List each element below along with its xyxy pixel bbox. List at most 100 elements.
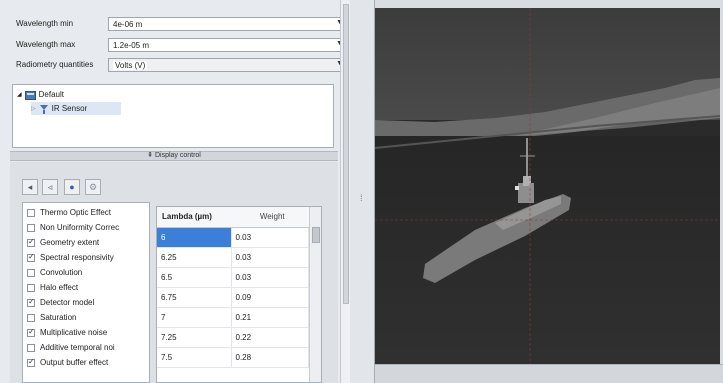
table-row[interactable]: 6.25 0.03 <box>157 247 309 268</box>
effect-checkbox[interactable] <box>27 297 35 307</box>
table-scrollbar[interactable] <box>309 207 321 382</box>
lambda-cell[interactable]: 6.25 <box>157 247 232 268</box>
wavelength-max-value: 1.2e-05 m <box>113 41 150 50</box>
effect-label: Spectral responsivity <box>40 253 114 262</box>
effect-item[interactable]: Output buffer effect <box>27 356 108 369</box>
table-row[interactable]: 6.75 0.09 <box>157 287 309 308</box>
display-control-bar[interactable]: ⇞ Display control <box>10 151 338 161</box>
app-window: Wavelength min 4e-06 m ▼ Wavelength max … <box>0 0 723 383</box>
add-row-button[interactable]: ◂ <box>22 179 38 195</box>
effect-item[interactable]: Thermo Optic Effect <box>27 206 111 219</box>
radiometry-select[interactable]: Volts (V) ▼ <box>108 58 348 72</box>
table-header-row: Lambda (µm) Weight <box>157 207 309 228</box>
table-row[interactable]: 6.5 0.03 <box>157 267 309 288</box>
effect-label: Output buffer effect <box>40 358 109 367</box>
lambda-cell[interactable]: 6 <box>157 227 232 248</box>
effect-item[interactable]: Non Uniformity Correc <box>27 221 119 234</box>
lambda-cell[interactable]: 7 <box>157 307 232 328</box>
ir-scene-image <box>375 8 720 364</box>
weight-column-header[interactable]: Weight <box>231 207 309 228</box>
weight-cell[interactable]: 0.03 <box>231 267 309 288</box>
effect-checkbox[interactable] <box>27 343 35 352</box>
wavelength-max-label: Wavelength max <box>16 40 76 49</box>
remove-row-button[interactable]: ◃ <box>42 179 58 195</box>
effect-item[interactable]: Spectral responsivity <box>27 251 114 264</box>
weight-cell[interactable]: 0.03 <box>231 227 309 248</box>
weight-cell[interactable]: 0.03 <box>231 247 309 268</box>
table-row[interactable]: 7.5 0.28 <box>157 347 309 368</box>
effect-item[interactable]: Geometry extent <box>27 236 99 249</box>
effect-label: Thermo Optic Effect <box>40 208 111 217</box>
display-control-pane: ◂ ◃ ● ⚙ Thermo Optic Effect Non Uniformit… <box>10 162 338 383</box>
refresh-button[interactable]: ● <box>64 179 80 195</box>
sensor-tree: ◢ Default ▷ IR Sensor <box>12 84 334 148</box>
lambda-cell[interactable]: 6.5 <box>157 267 232 288</box>
effect-checkbox[interactable] <box>27 283 35 292</box>
wavelength-min-combo[interactable]: 4e-06 m ▼ <box>108 17 348 31</box>
settings-button[interactable]: ⚙ <box>85 179 101 195</box>
collapse-icon: ⇞ <box>147 152 153 159</box>
refresh-icon: ● <box>69 182 75 192</box>
wavelength-min-value: 4e-06 m <box>113 20 143 29</box>
lambda-cell[interactable]: 7.25 <box>157 327 232 348</box>
table-scrollbar-thumb[interactable] <box>312 227 320 243</box>
weight-cell[interactable]: 0.28 <box>231 347 309 368</box>
effect-item[interactable]: Saturation <box>27 311 76 324</box>
effect-label: Multiplicative noise <box>40 328 108 337</box>
weight-cell[interactable]: 0.21 <box>231 307 309 328</box>
effect-label: Saturation <box>40 313 77 322</box>
weight-cell[interactable]: 0.09 <box>231 287 309 308</box>
tree-item-ir-sensor[interactable]: ▷ IR Sensor <box>31 102 121 115</box>
effect-item[interactable]: Convolution <box>27 266 82 279</box>
table-row[interactable]: 7 0.21 <box>157 307 309 328</box>
effect-checkbox[interactable] <box>27 268 35 277</box>
lambda-cell[interactable]: 6.75 <box>157 287 232 308</box>
effect-label: Additive temporal noi <box>40 343 115 352</box>
expand-arrow-icon[interactable]: ◢ <box>17 91 22 98</box>
radiometry-value: Volts (V) <box>113 61 148 70</box>
panel-splitter[interactable]: ⁞ <box>350 0 375 383</box>
effect-label: Convolution <box>40 268 83 277</box>
wavelength-max-row: Wavelength max 1.2e-05 m ▼ <box>16 38 348 52</box>
add-row-icon: ◂ <box>27 181 33 192</box>
effect-label: Geometry extent <box>40 238 100 247</box>
effect-label: Detector model <box>40 298 95 307</box>
splitter-grip-icon: ⁞ <box>360 193 363 203</box>
table-row[interactable]: 6 0.03 <box>157 227 309 248</box>
wavelength-max-combo[interactable]: 1.2e-05 m ▼ <box>108 38 348 52</box>
effect-checkbox[interactable] <box>27 208 35 217</box>
lambda-cell[interactable]: 7.5 <box>157 347 232 368</box>
ir-scene-viewport[interactable] <box>375 8 720 364</box>
effect-checkbox[interactable] <box>27 252 35 262</box>
panel-scrollbar-thumb[interactable] <box>343 4 349 304</box>
radiometry-label: Radiometry quantities <box>16 60 94 69</box>
wavelength-min-label: Wavelength min <box>16 19 74 28</box>
effect-checkbox[interactable] <box>27 313 35 322</box>
effect-checkbox[interactable] <box>27 327 35 337</box>
effect-label: Non Uniformity Correc <box>40 223 120 232</box>
lambda-column-header[interactable]: Lambda (µm) <box>157 207 231 228</box>
sensor-icon <box>39 104 48 114</box>
panel-scrollbar[interactable] <box>340 0 350 383</box>
weight-cell[interactable]: 0.22 <box>231 327 309 348</box>
viewer-status-bar <box>375 364 723 383</box>
effect-item[interactable]: Detector model <box>27 296 94 309</box>
gear-icon: ⚙ <box>88 181 98 192</box>
table-row[interactable]: 7.25 0.22 <box>157 327 309 348</box>
effect-item[interactable]: Additive temporal noi <box>27 341 115 354</box>
effect-item[interactable]: Multiplicative noise <box>27 326 107 339</box>
folder-icon <box>24 90 36 100</box>
effect-checkbox[interactable] <box>27 357 35 367</box>
tree-root-label: Default <box>38 90 64 99</box>
effect-checkbox[interactable] <box>27 237 35 247</box>
tree-item-default[interactable]: ◢ Default <box>17 88 64 101</box>
tree-child-label: IR Sensor <box>51 104 88 113</box>
collapse-arrow-icon: ▷ <box>31 106 36 112</box>
wavelength-min-row: Wavelength min 4e-06 m ▼ <box>16 17 348 31</box>
lambda-weight-table: Lambda (µm) Weight 6 0.03 6.25 0.03 6.5 0.03 6… <box>156 206 322 383</box>
remove-row-icon: ◃ <box>47 181 53 192</box>
sensor-settings-panel: Wavelength min 4e-06 m ▼ Wavelength max … <box>0 0 350 383</box>
effect-checkbox[interactable] <box>27 223 35 232</box>
effect-item[interactable]: Halo effect <box>27 281 78 294</box>
effect-label: Halo effect <box>40 283 79 292</box>
